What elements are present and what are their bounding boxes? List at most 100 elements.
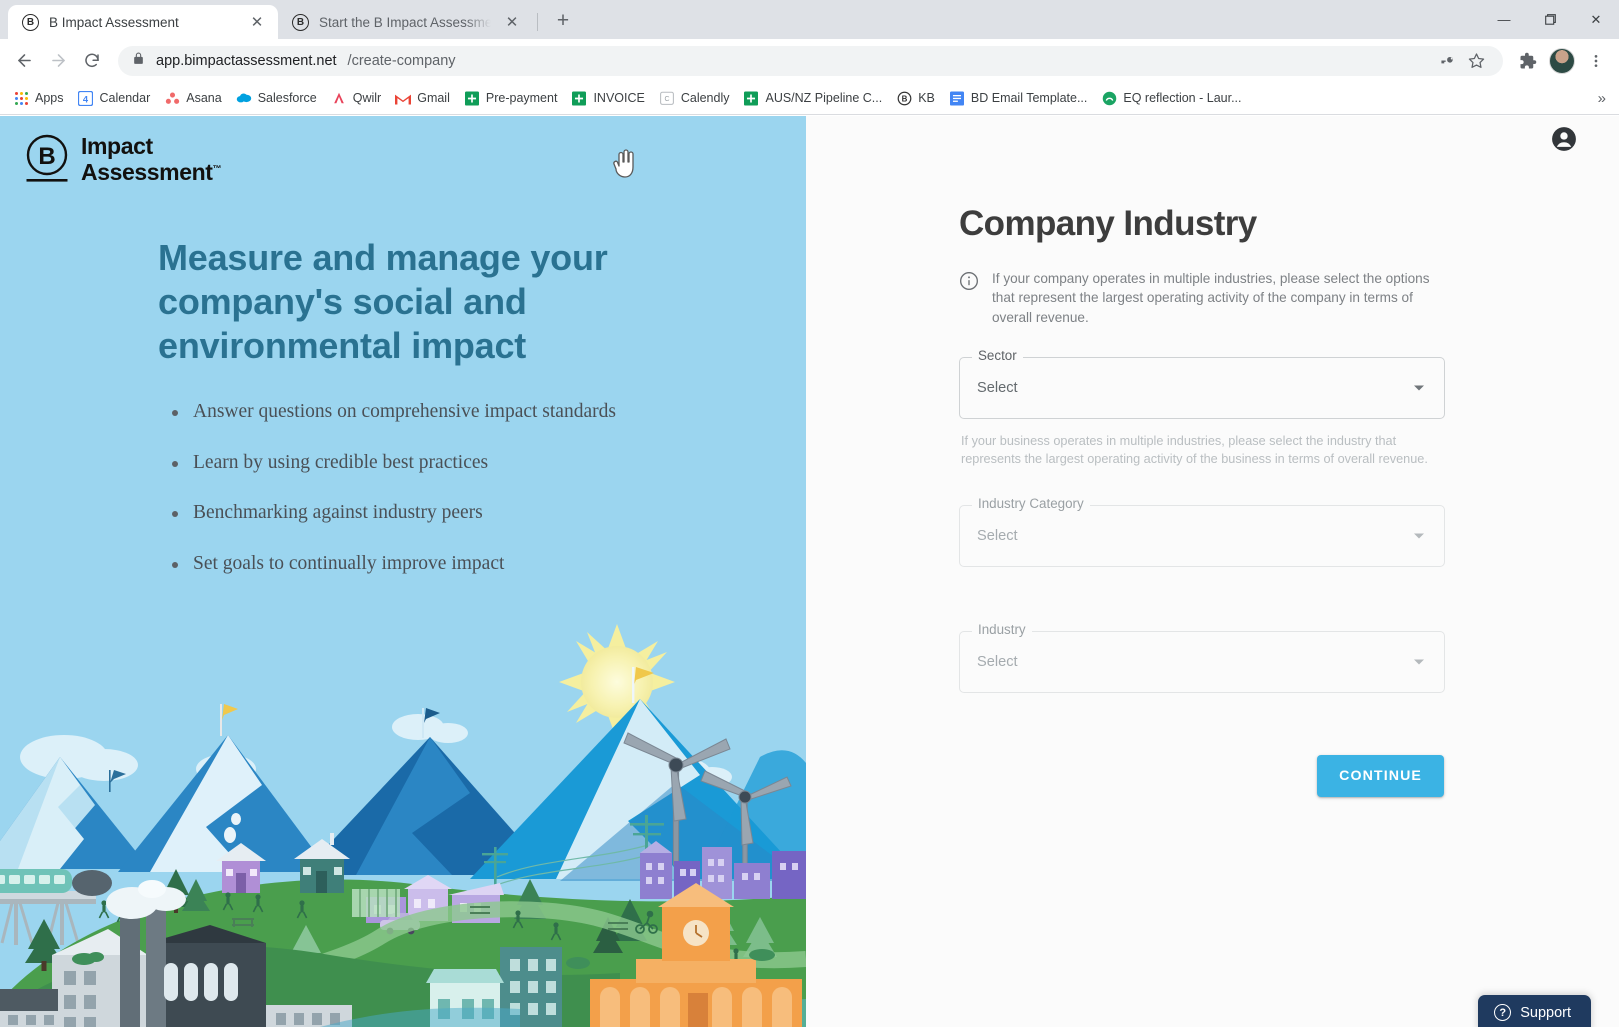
support-widget[interactable]: ? Support xyxy=(1478,995,1591,1027)
pointing-hand-cursor xyxy=(610,148,636,180)
industry-category-select-field[interactable]: Industry Category Select xyxy=(959,497,1445,567)
bookmark-label: Salesforce xyxy=(257,91,317,105)
window-controls: — ✕ xyxy=(1481,0,1619,39)
bookmark-calendar[interactable]: 4 Calendar xyxy=(71,86,158,110)
bookmark-eq-reflection[interactable]: EQ reflection - Laur... xyxy=(1094,86,1248,110)
chevron-down-icon xyxy=(1414,659,1424,665)
question-circle-icon: ? xyxy=(1494,1004,1512,1021)
tab-divider xyxy=(537,13,538,31)
asana-icon xyxy=(164,90,180,106)
bookmarks-overflow-button[interactable]: » xyxy=(1593,88,1611,109)
industry-category-select-control[interactable]: Select xyxy=(959,504,1445,567)
chevron-down-icon xyxy=(1414,385,1424,391)
salesforce-cloud-icon xyxy=(236,90,252,106)
sheets-icon xyxy=(464,90,480,106)
list-item: Learn by using credible best practices xyxy=(168,452,728,474)
marketing-headline: Measure and manage your company's social… xyxy=(158,237,608,366)
svg-text:B: B xyxy=(38,143,55,170)
qwilr-icon xyxy=(331,90,347,106)
industry-select-control[interactable]: Select xyxy=(959,630,1445,693)
minimize-button[interactable]: — xyxy=(1481,3,1527,37)
b-circle-icon: B xyxy=(896,90,912,106)
continue-button[interactable]: CONTINUE xyxy=(1317,754,1444,797)
bookmark-gmail[interactable]: Gmail xyxy=(388,86,457,110)
sheets-icon xyxy=(743,90,759,106)
url-host: app.bimpactassessment.net xyxy=(156,52,337,69)
bookmark-invoice[interactable]: INVOICE xyxy=(564,86,651,110)
b-corp-circle-icon: B xyxy=(24,134,70,192)
maximize-button[interactable] xyxy=(1527,3,1573,37)
tab-start-the-b-impact-assessment[interactable]: B Start the B Impact Assessment | B ✕ xyxy=(278,5,533,39)
industry-value: Select xyxy=(977,653,1018,670)
info-callout: If your company operates in multiple ind… xyxy=(959,269,1445,327)
sector-select-control[interactable]: Select xyxy=(959,356,1445,419)
new-tab-button[interactable]: + xyxy=(548,6,578,36)
logo-line-1: Impact xyxy=(81,133,153,159)
field-spacer xyxy=(959,573,1445,631)
back-icon[interactable] xyxy=(8,45,40,77)
bookmark-pre-payment[interactable]: Pre-payment xyxy=(457,86,565,110)
bookmark-apps[interactable]: Apps xyxy=(6,86,71,110)
bookmark-label: Qwilr xyxy=(352,91,382,105)
bookmark-label: Gmail xyxy=(417,91,450,105)
bookmark-asana[interactable]: Asana xyxy=(157,86,228,110)
industry-select-field[interactable]: Industry Select xyxy=(959,623,1445,693)
form-actions: CONTINUE xyxy=(959,754,1445,797)
close-window-button[interactable]: ✕ xyxy=(1573,3,1619,37)
gmail-icon xyxy=(395,90,412,106)
url-path: /create-company xyxy=(347,52,456,69)
star-icon[interactable] xyxy=(1463,48,1489,74)
svg-text:B: B xyxy=(901,94,907,103)
b-impact-assessment-logo: B Impact Assessment™ xyxy=(24,133,222,192)
bookmark-bd-email-template[interactable]: BD Email Template... xyxy=(942,86,1094,110)
three-dots-icon[interactable] xyxy=(1581,46,1611,76)
support-label: Support xyxy=(1520,1004,1571,1021)
tab-strip: B B Impact Assessment ✕ B Start the B Im… xyxy=(0,0,1619,39)
lock-icon xyxy=(132,52,145,69)
reload-icon[interactable] xyxy=(76,45,108,77)
bookmark-calendly[interactable]: C Calendly xyxy=(652,86,737,110)
sector-select-field[interactable]: Sector Select xyxy=(959,348,1445,419)
bookmark-ausnz-pipeline[interactable]: AUS/NZ Pipeline C... xyxy=(736,86,889,110)
b-circle-icon: B xyxy=(22,13,39,31)
key-icon[interactable] xyxy=(1435,48,1461,74)
bookmark-qwilr[interactable]: Qwilr xyxy=(324,86,388,110)
avatar[interactable] xyxy=(1549,47,1575,74)
tab-title: B Impact Assessment xyxy=(49,14,179,30)
tab-b-impact-assessment[interactable]: B B Impact Assessment ✕ xyxy=(8,5,278,39)
logo-line-2: Assessment xyxy=(81,158,213,185)
industry-category-value: Select xyxy=(977,527,1018,544)
info-text: If your company operates in multiple ind… xyxy=(992,271,1430,325)
bookmark-label: INVOICE xyxy=(593,91,645,105)
list-item: Answer questions on comprehensive impact… xyxy=(168,401,728,423)
bookmark-label: Calendly xyxy=(680,91,730,105)
marketing-bullet-list: Answer questions on comprehensive impact… xyxy=(168,401,728,603)
bookmark-salesforce[interactable]: Salesforce xyxy=(229,86,324,110)
close-icon[interactable]: ✕ xyxy=(246,11,268,33)
forward-icon[interactable] xyxy=(42,45,74,77)
close-icon[interactable]: ✕ xyxy=(501,11,523,33)
bookmark-kb[interactable]: B KB xyxy=(889,86,942,110)
company-industry-form-panel: Company Industry If your company operate… xyxy=(806,116,1619,1027)
bookmark-label: Calendar xyxy=(99,91,151,105)
sheets-icon xyxy=(571,90,587,106)
puzzle-icon[interactable] xyxy=(1513,46,1543,76)
svg-text:4: 4 xyxy=(83,94,89,104)
industry-category-label: Industry Category xyxy=(972,497,1090,510)
marketing-panel: B Impact Assessment™ Measure and manage … xyxy=(0,116,806,1027)
browser-window: B B Impact Assessment ✕ B Start the B Im… xyxy=(0,0,1619,1027)
info-circle-icon xyxy=(959,271,979,291)
bookmarks-bar: Apps 4 Calendar Asana Salesforce Qwilr G… xyxy=(0,82,1619,115)
list-item: Set goals to continually improve impact xyxy=(168,553,728,575)
svg-text:C: C xyxy=(664,96,669,103)
bookmark-label: EQ reflection - Laur... xyxy=(1123,91,1242,105)
page-title: Company Industry xyxy=(959,204,1257,243)
b-circle-icon: B xyxy=(292,13,309,31)
calendly-icon: C xyxy=(659,90,675,106)
industry-label: Industry xyxy=(972,623,1032,636)
account-circle-icon[interactable] xyxy=(1551,126,1577,152)
apps-grid-icon xyxy=(13,90,29,106)
omnibox-actions xyxy=(1435,48,1489,74)
address-bar[interactable]: app.bimpactassessment.net/create-company xyxy=(118,45,1503,76)
landscape-illustration xyxy=(0,607,806,1027)
